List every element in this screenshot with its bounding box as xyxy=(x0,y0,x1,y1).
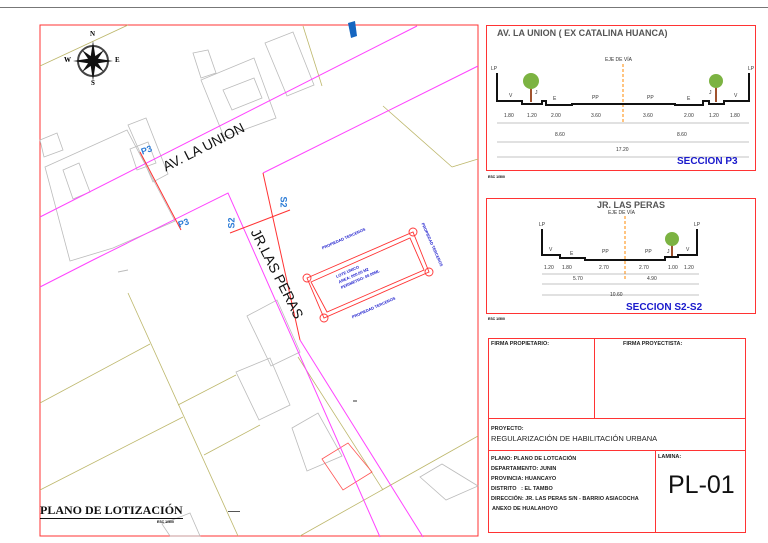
compass-s: S xyxy=(91,79,95,87)
map-frame xyxy=(39,24,479,537)
dim-total: 17.20 xyxy=(616,147,629,153)
lamina-cell: LAMINA: PL-01 xyxy=(655,450,746,533)
label-e: E xyxy=(570,251,574,257)
dim: 1.80 xyxy=(730,113,740,119)
blue-mark xyxy=(348,21,357,38)
label-j: J xyxy=(535,90,538,96)
firma-propietario-cell: FIRMA PROPIETARIO: xyxy=(488,338,595,419)
section-s2-scale: ESC 1/500 xyxy=(488,317,505,321)
dim-half: 8.60 xyxy=(555,132,565,138)
info-cell: PLANO: PLANO DE LOTCACIÓN DEPARTAMENTO: … xyxy=(488,450,656,533)
dim: 2.70 xyxy=(599,265,609,271)
label-v: V xyxy=(509,93,513,99)
dim: 1.80 xyxy=(562,265,572,271)
label-v: V xyxy=(734,93,738,99)
property-lines xyxy=(39,24,479,537)
label-pp: PP xyxy=(647,95,654,101)
label-j: J xyxy=(709,90,712,96)
label-lp: LP xyxy=(748,66,755,72)
lamina-value: PL-01 xyxy=(668,471,735,499)
dim: 1.00 xyxy=(668,265,678,271)
section-p3-name: SECCION P3 xyxy=(677,156,738,167)
label-lp: LP xyxy=(491,66,498,72)
dim: 2.70 xyxy=(639,265,649,271)
dim: 2.00 xyxy=(684,113,694,119)
dim-total: 10.60 xyxy=(610,292,623,298)
direccion-value: DIRECCIÓN: JR. LAS PERAS S/N - BARRIO AS… xyxy=(491,496,639,502)
label-pp: PP xyxy=(592,95,599,101)
compass-w: W xyxy=(64,56,71,64)
departamento-value: DEPARTAMENTO: JUNIN xyxy=(491,466,557,472)
label-lp: LP xyxy=(539,222,546,228)
label-e: E xyxy=(553,96,557,102)
label-v: V xyxy=(549,247,553,253)
firma-propietario-label: FIRMA PROPIETARIO: xyxy=(491,341,550,347)
proyecto-value: REGULARIZACIÓN DE HABILITACIÓN URBANA xyxy=(491,434,658,443)
label-e: E xyxy=(687,96,691,102)
firma-proyectista-cell: FIRMA PROYECTISTA: xyxy=(594,338,746,419)
dim: 1.80 xyxy=(504,113,514,119)
label-lp: LP xyxy=(694,222,701,228)
section-mark-s2-right: S2 xyxy=(278,196,289,208)
section-p3-panel: AV. LA UNION ( EX CATALINA HUANCA) EJE D… xyxy=(486,25,756,171)
plan-scale: ESC 1/500 xyxy=(157,520,174,524)
plan-title: PLANO DE LOTIZACIÓN xyxy=(40,503,183,519)
dim: 1.20 xyxy=(527,113,537,119)
label-pp: PP xyxy=(602,249,609,255)
proyecto-label: PROYECTO: xyxy=(491,426,524,432)
section-p3-scale: ESC 1/500 xyxy=(488,175,505,179)
section-s2-name: SECCION S2-S2 xyxy=(626,302,703,313)
buildings xyxy=(39,31,479,537)
dash xyxy=(228,511,240,512)
dim: 1.20 xyxy=(544,265,554,271)
provincia-value: PROVINCIA: HUANCAYO xyxy=(491,476,557,482)
tree-icon xyxy=(523,73,539,102)
street-lines xyxy=(39,25,479,538)
proyecto-cell: PROYECTO: REGULARIZACIÓN DE HABILITACIÓN… xyxy=(488,418,746,451)
dim: 3.60 xyxy=(643,113,653,119)
section-mark-s2-left: S2 xyxy=(226,217,237,229)
dim-half: 8.60 xyxy=(677,132,687,138)
anexo-value: ANEXO DE HUALAHOYO xyxy=(492,506,558,512)
plano-value: PLANO: PLANO DE LOTCACIÓN xyxy=(491,456,577,462)
lamina-label: LAMINA: xyxy=(658,454,682,460)
label-j: J xyxy=(667,249,670,255)
dim: 1.20 xyxy=(709,113,719,119)
red-building xyxy=(321,442,373,491)
dim: 2.00 xyxy=(551,113,561,119)
dim-half: 4.90 xyxy=(647,276,657,282)
tree-icon xyxy=(709,74,723,102)
dim-half: 5.70 xyxy=(573,276,583,282)
distrito-value: DISTRITO : EL TAMBO xyxy=(491,486,553,492)
compass-rose-icon xyxy=(73,41,113,81)
compass-n: N xyxy=(90,30,96,38)
firma-proyectista-label: FIRMA PROYECTISTA: xyxy=(623,341,683,347)
label-pp: PP xyxy=(645,249,652,255)
section-s2-panel: JR. LAS PERAS EJE DE VÍA LP LP V E PP PP… xyxy=(486,198,756,314)
label-v: V xyxy=(686,247,690,253)
dim: 1.20 xyxy=(684,265,694,271)
compass-e: E xyxy=(115,56,120,64)
dim: 3.60 xyxy=(591,113,601,119)
